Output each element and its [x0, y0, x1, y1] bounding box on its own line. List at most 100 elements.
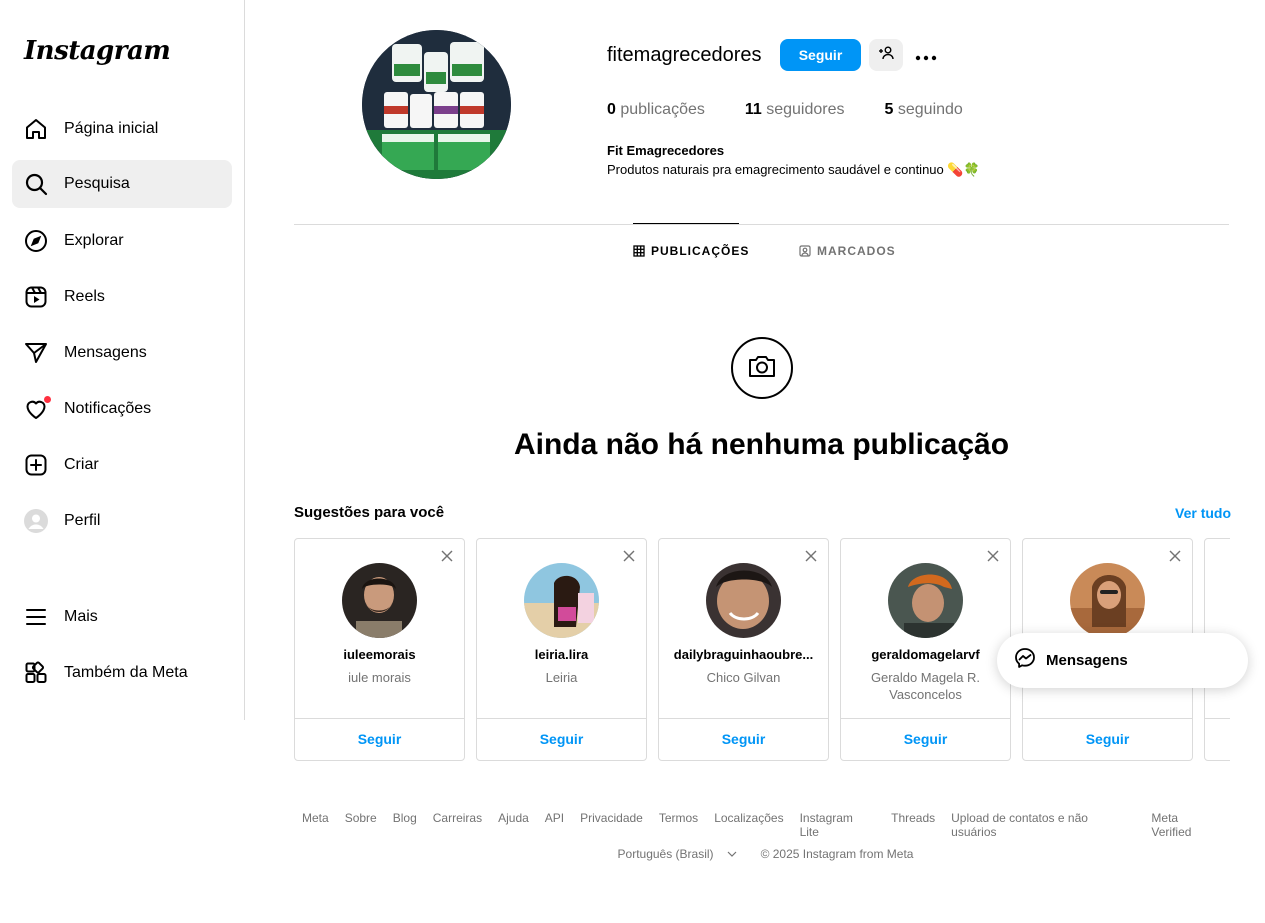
profile-avatar[interactable]: [362, 30, 511, 179]
copyright: © 2025 Instagram from Meta: [760, 847, 914, 861]
follow-button[interactable]: Seguir: [780, 39, 861, 71]
stat-label: publicações: [620, 101, 705, 118]
suggestion-username[interactable]: iuleemorais: [301, 647, 458, 662]
see-all-link[interactable]: Ver tudo: [1175, 505, 1231, 521]
empty-state-title: Ainda não há nenhuma publicação: [513, 428, 1010, 461]
profile-username: fitemagrecedores: [607, 44, 762, 66]
sidebar-item-home[interactable]: Página inicial: [12, 105, 232, 153]
sidebar-item-also-meta[interactable]: Também da Meta: [12, 649, 232, 697]
avatar-icon: [24, 509, 48, 533]
suggest-users-button[interactable]: [869, 39, 903, 71]
sidebar-item-label: Reels: [64, 288, 105, 305]
sidebar-item-more[interactable]: Mais: [12, 593, 232, 641]
suggestion-card: iuleemorais iule morais Seguir: [294, 538, 465, 761]
follow-suggestion-button[interactable]: Seguir: [477, 731, 646, 747]
suggestion-card: dailybraguinhaoubre... Chico Gilvan Segu…: [658, 538, 829, 761]
avatar[interactable]: [706, 563, 781, 638]
grid-icon: [24, 661, 48, 685]
stat-following[interactable]: 5 seguindo: [885, 101, 963, 119]
footer-link[interactable]: Instagram Lite: [800, 811, 876, 839]
camera-icon: [747, 353, 777, 384]
follow-suggestion-button[interactable]: Seguir: [295, 731, 464, 747]
follow-suggestion-button[interactable]: Seguir: [1023, 731, 1192, 747]
avatar[interactable]: [342, 563, 417, 638]
heart-icon: [24, 395, 52, 421]
send-icon: [24, 341, 48, 365]
footer-bottom: Português (Brasil) © 2025 Instagram from…: [294, 847, 1229, 861]
tab-label: MARCADOS: [817, 244, 896, 258]
sidebar-item-search[interactable]: Pesquisa: [12, 160, 232, 208]
stat-posts: 0 publicações: [607, 101, 705, 119]
more-options-button[interactable]: [911, 41, 941, 69]
avatar[interactable]: [1070, 563, 1145, 638]
sidebar-item-create[interactable]: Criar: [12, 441, 232, 489]
stat-label: seguindo: [897, 101, 963, 118]
profile-stats: 0 publicações 11 seguidores 5 seguindo: [607, 101, 1003, 119]
suggestion-username[interactable]: geraldomagelarvf: [847, 647, 1004, 662]
footer-link[interactable]: Carreiras: [433, 811, 482, 839]
sidebar-item-label: Pesquisa: [64, 175, 130, 192]
follow-suggestion-button[interactable]: Seguir: [841, 731, 1010, 747]
language-selector[interactable]: Português (Brasil): [610, 847, 745, 861]
footer-link[interactable]: Blog: [393, 811, 417, 839]
sidebar-item-label: Mais: [64, 608, 98, 625]
footer-link[interactable]: Meta Verified: [1151, 811, 1221, 839]
footer-link[interactable]: Localizações: [714, 811, 783, 839]
tab-tagged[interactable]: MARCADOS: [799, 244, 896, 258]
card-divider: [295, 718, 464, 719]
suggestion-username[interactable]: leiria.lira: [483, 647, 640, 662]
profile-bio: Produtos naturais pra emagrecimento saud…: [607, 162, 980, 177]
sidebar-item-reels[interactable]: Reels: [12, 273, 232, 321]
sidebar-item-notifications[interactable]: Notificações: [12, 385, 232, 433]
avatar[interactable]: [888, 563, 963, 638]
footer-link[interactable]: Threads: [891, 811, 935, 839]
messages-floating-button[interactable]: Mensagens: [997, 633, 1248, 688]
add-user-icon: [878, 45, 894, 66]
close-icon[interactable]: [805, 549, 817, 567]
notification-badge: [43, 395, 52, 404]
tab-publications[interactable]: PUBLICAÇÕES: [633, 244, 749, 258]
sidebar-item-messages[interactable]: Mensagens: [12, 329, 232, 377]
avatar[interactable]: [524, 563, 599, 638]
grid-icon: [633, 245, 645, 257]
stat-count: 5: [884, 101, 894, 118]
profile-full-name: Fit Emagrecedores: [607, 143, 725, 158]
sidebar-item-profile[interactable]: Perfil: [12, 497, 232, 545]
sidebar-item-label: Perfil: [64, 512, 101, 529]
close-icon[interactable]: [987, 549, 999, 567]
sidebar-item-label: Explorar: [64, 232, 124, 249]
tagged-icon: [799, 245, 811, 257]
footer-link[interactable]: Ajuda: [498, 811, 529, 839]
card-divider: [1023, 718, 1192, 719]
footer-link[interactable]: Upload de contatos e não usuários: [951, 811, 1135, 839]
suggestion-name: iule morais: [348, 670, 411, 685]
sidebar-item-label: Notificações: [64, 400, 152, 417]
stat-followers[interactable]: 11 seguidores: [745, 101, 845, 119]
sidebar-item-label: Mensagens: [64, 344, 147, 361]
suggestions-title: Sugestões para você: [294, 504, 445, 521]
close-icon[interactable]: [623, 549, 635, 567]
footer-link[interactable]: Meta: [302, 811, 329, 839]
tabs-divider: [294, 224, 1229, 225]
footer-link[interactable]: Termos: [659, 811, 698, 839]
sidebar-item-explore[interactable]: Explorar: [12, 217, 232, 265]
sidebar-item-label: Criar: [64, 456, 99, 473]
footer-link[interactable]: Privacidade: [580, 811, 643, 839]
home-icon: [24, 117, 48, 141]
menu-icon: [24, 605, 48, 629]
plus-square-icon: [24, 453, 48, 477]
close-icon[interactable]: [1169, 549, 1181, 567]
suggestion-username[interactable]: dailybraguinhaoubre...: [665, 647, 822, 662]
footer-link[interactable]: API: [545, 811, 564, 839]
reels-icon: [24, 285, 48, 309]
suggestion-card: geraldomagelarvf Geraldo Magela R. Vasco…: [840, 538, 1011, 761]
follow-suggestion-button[interactable]: Seguir: [659, 731, 828, 747]
sidebar-item-label: Página inicial: [64, 120, 159, 137]
footer-link[interactable]: Sobre: [345, 811, 377, 839]
instagram-logo[interactable]: Instagram: [24, 36, 171, 66]
suggestion-name: Chico Gilvan: [706, 670, 781, 685]
footer-links: Meta Sobre Blog Carreiras Ajuda API Priv…: [294, 811, 1229, 839]
close-icon[interactable]: [441, 549, 453, 567]
suggestion-name: Geraldo Magela R. Vasconcelos: [870, 670, 981, 702]
stat-count: 11: [744, 101, 762, 118]
